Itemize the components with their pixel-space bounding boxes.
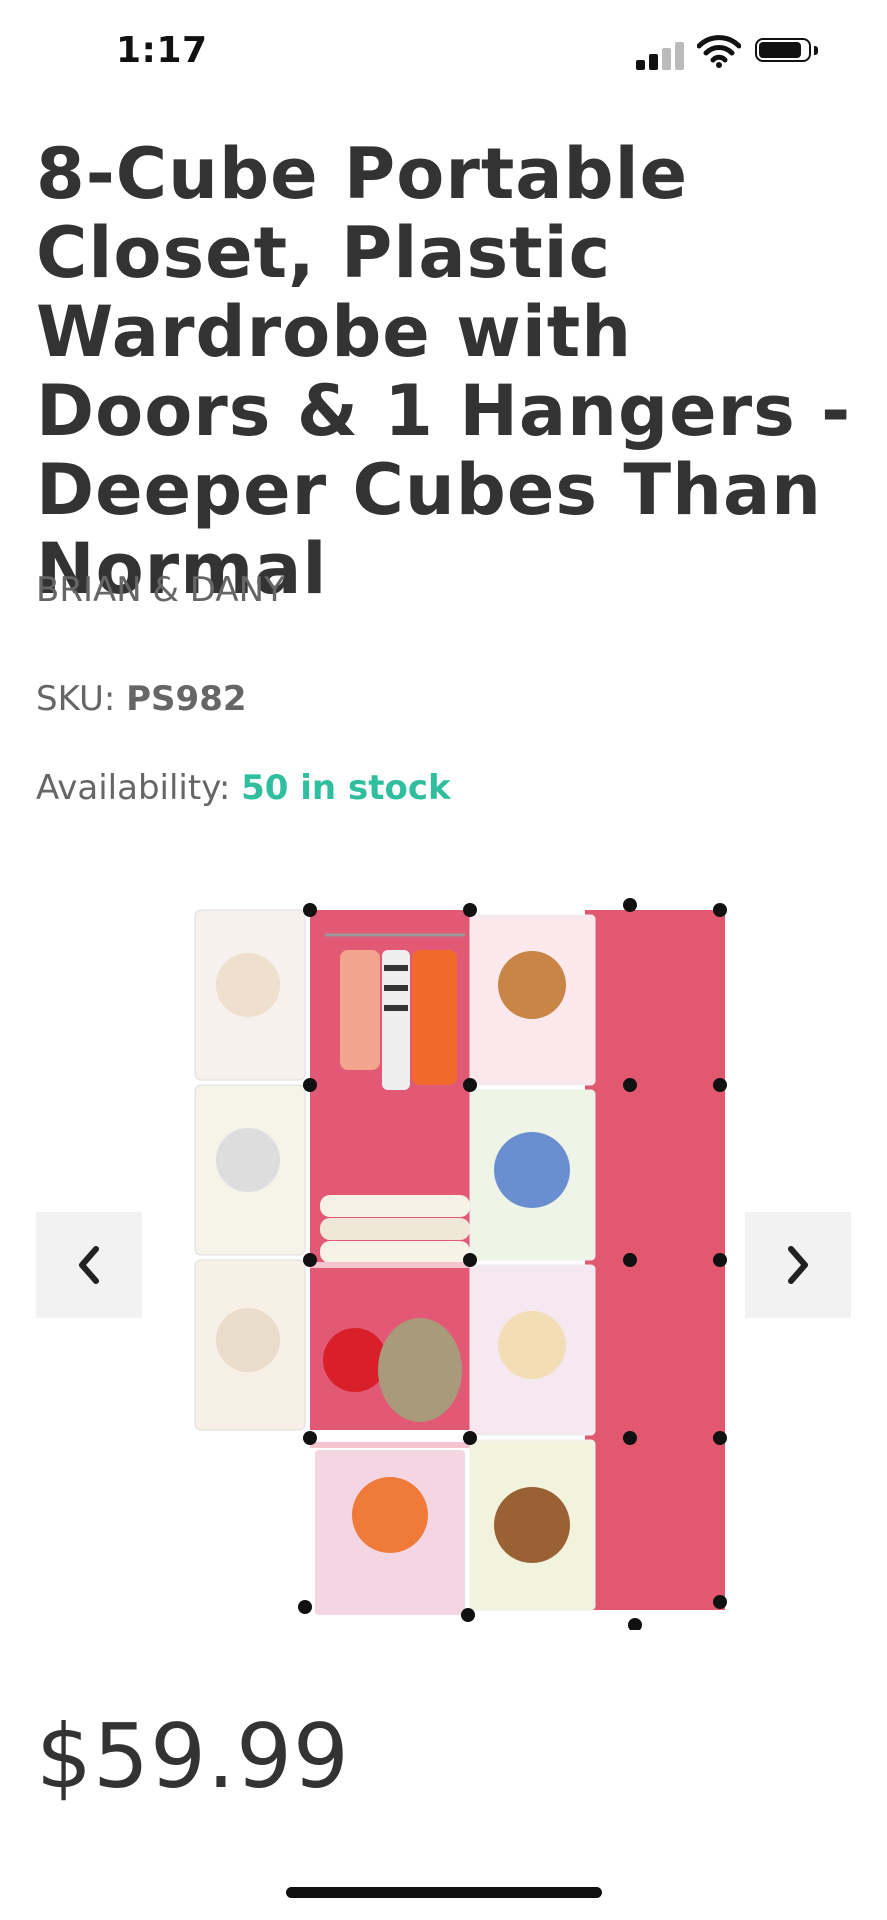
product-price: $59.99 — [36, 1705, 350, 1808]
product-availability: Availability: 50 in stock — [36, 768, 451, 808]
home-indicator — [286, 1887, 602, 1898]
gallery-prev-button[interactable] — [36, 1212, 142, 1318]
product-brand: BRIAN & DANY — [36, 570, 285, 610]
sku-value: PS982 — [126, 679, 247, 719]
sku-label: SKU: — [36, 679, 116, 719]
battery-icon — [755, 38, 821, 66]
availability-label: Availability: — [36, 768, 231, 808]
chevron-left-icon — [79, 1246, 99, 1284]
status-time: 1:17 — [116, 30, 208, 71]
chevron-right-icon — [788, 1246, 808, 1284]
gallery-next-button[interactable] — [745, 1212, 851, 1318]
wifi-icon — [696, 34, 742, 68]
availability-value: 50 in stock — [241, 768, 451, 808]
product-title: 8-Cube Portable Closet, Plastic Wardrobe… — [36, 133, 852, 610]
cellular-signal-icon — [636, 38, 686, 70]
status-bar: 1:17 — [0, 0, 887, 100]
product-gallery — [0, 880, 887, 1640]
pink-8-cube-wardrobe-image — [194, 898, 727, 1630]
product-sku: SKU: PS982 — [36, 679, 247, 719]
